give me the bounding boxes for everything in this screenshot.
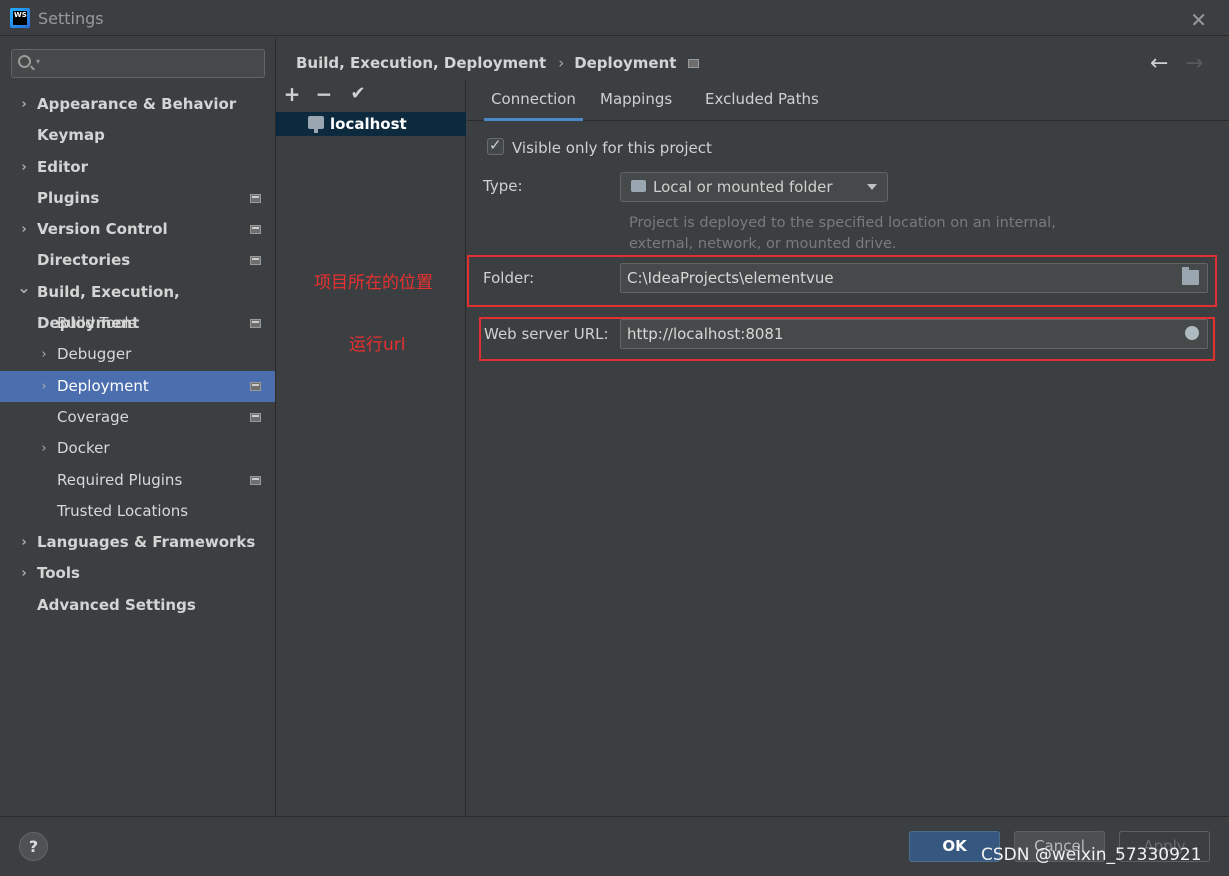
sidebar-item-label: Build Tools bbox=[57, 314, 137, 333]
sidebar-item-plugins[interactable]: Plugins bbox=[0, 183, 275, 214]
sidebar-item-label: Languages & Frameworks bbox=[37, 533, 256, 552]
chevron-right-icon[interactable]: › bbox=[17, 527, 31, 558]
project-level-icon bbox=[250, 256, 261, 266]
forward-arrow-icon[interactable]: → bbox=[1185, 51, 1203, 76]
sidebar-item-label: Version Control bbox=[37, 220, 168, 239]
folder-value: C:\IdeaProjects\elementvue bbox=[627, 269, 834, 287]
sidebar-item-label: Appearance & Behavior bbox=[37, 95, 237, 113]
watermark: CSDN @weixin_57330921 bbox=[981, 845, 1202, 865]
sidebar-item-label: Tools bbox=[37, 564, 80, 583]
chevron-right-icon[interactable]: › bbox=[17, 152, 31, 183]
chevron-right-icon[interactable]: › bbox=[37, 339, 51, 370]
sidebar-item-build-tools[interactable]: Build Tools bbox=[0, 308, 275, 339]
sidebar-item-docker[interactable]: › Docker bbox=[0, 433, 275, 464]
type-description: Project is deployed to the specified loc… bbox=[629, 215, 1056, 252]
sidebar-item-debugger[interactable]: › Debugger bbox=[0, 339, 275, 370]
sidebar-item-trusted-locations[interactable]: Trusted Locations bbox=[0, 496, 275, 527]
sidebar-item-label: Debugger bbox=[57, 345, 132, 364]
sidebar-item-label: Trusted Locations bbox=[57, 501, 189, 520]
folder-label: Folder: bbox=[483, 269, 535, 287]
search-icon bbox=[18, 55, 31, 68]
sidebar-item-build-execution-deployment[interactable]: ⌄ Build, Execution, Deployment bbox=[0, 277, 275, 332]
deployment-tabs: Connection Mappings Excluded Paths bbox=[467, 80, 1229, 121]
sidebar-item-keymap[interactable]: Keymap bbox=[0, 120, 275, 151]
project-level-icon bbox=[250, 319, 261, 329]
help-button[interactable]: ? bbox=[19, 832, 48, 861]
folder-field[interactable]: C:\IdeaProjects\elementvue bbox=[620, 263, 1208, 293]
folder-annotation: 项目所在的位置 bbox=[314, 273, 433, 293]
set-default-button[interactable]: ✔ bbox=[346, 82, 370, 106]
chevron-down-icon bbox=[867, 184, 877, 190]
server-list: localhost bbox=[276, 112, 466, 136]
project-level-icon bbox=[250, 412, 261, 422]
sidebar-item-version-control[interactable]: › Version Control bbox=[0, 214, 275, 245]
project-level-icon bbox=[250, 381, 261, 391]
sidebar-item-label: Required Plugins bbox=[57, 470, 183, 489]
type-value: Local or mounted folder bbox=[653, 178, 833, 196]
search-options-icon[interactable]: ▾ bbox=[36, 57, 40, 66]
sidebar-item-editor[interactable]: › Editor bbox=[0, 152, 275, 183]
sidebar-item-deployment[interactable]: › Deployment bbox=[0, 370, 275, 402]
sidebar-item-required-plugins[interactable]: Required Plugins bbox=[0, 465, 275, 496]
chevron-right-icon[interactable]: › bbox=[37, 433, 51, 464]
chevron-down-icon[interactable]: ⌄ bbox=[17, 272, 31, 303]
sidebar-item-tools[interactable]: › Tools bbox=[0, 558, 275, 589]
tab-excluded-paths[interactable]: Excluded Paths bbox=[705, 80, 819, 121]
sidebar-item-label: Directories bbox=[37, 251, 131, 270]
remove-server-button[interactable]: − bbox=[312, 82, 336, 106]
sidebar-item-languages-frameworks[interactable]: › Languages & Frameworks bbox=[0, 527, 275, 558]
type-label: Type: bbox=[483, 177, 523, 195]
tab-mappings[interactable]: Mappings bbox=[600, 80, 672, 121]
web-server-url-field[interactable]: http://localhost:8081 bbox=[620, 319, 1208, 349]
back-arrow-icon[interactable]: ← bbox=[1150, 51, 1168, 76]
window-title: Settings bbox=[38, 9, 104, 28]
sidebar-item-label: Advanced Settings bbox=[37, 595, 196, 614]
breadcrumb-current: Deployment bbox=[574, 54, 677, 72]
globe-icon[interactable] bbox=[1185, 326, 1199, 340]
chevron-right-icon[interactable]: › bbox=[17, 214, 31, 245]
sidebar-item-appearance-behavior[interactable]: › Appearance & Behavior bbox=[0, 89, 275, 120]
breadcrumb-parent[interactable]: Build, Execution, Deployment bbox=[296, 54, 546, 72]
breadcrumb-separator: › bbox=[558, 54, 565, 72]
browse-folder-icon[interactable] bbox=[1182, 267, 1199, 285]
title-bar: WS Settings ✕ bbox=[0, 0, 1229, 36]
server-label: localhost bbox=[330, 115, 407, 133]
url-label: Web server URL: bbox=[484, 325, 609, 343]
chevron-right-icon[interactable]: › bbox=[37, 371, 51, 402]
chevron-right-icon[interactable]: › bbox=[17, 558, 31, 589]
project-level-icon bbox=[250, 475, 261, 485]
settings-sidebar: ▾ › Appearance & Behavior Keymap › Editor Plu… bbox=[0, 37, 276, 816]
project-level-icon bbox=[250, 225, 261, 235]
folder-server-icon bbox=[631, 180, 646, 192]
url-annotation: 运行url bbox=[349, 335, 406, 355]
sidebar-item-coverage[interactable]: Coverage bbox=[0, 402, 275, 433]
type-dropdown[interactable]: Local or mounted folder bbox=[620, 172, 888, 202]
sidebar-item-label: Plugins bbox=[37, 188, 100, 207]
project-level-icon bbox=[688, 59, 700, 68]
visible-only-label[interactable]: Visible only for this project bbox=[512, 139, 712, 157]
close-icon[interactable]: ✕ bbox=[1190, 8, 1207, 32]
server-icon bbox=[308, 116, 324, 133]
sidebar-item-label: Coverage bbox=[57, 407, 129, 426]
visible-only-checkbox[interactable] bbox=[487, 136, 504, 155]
settings-tree: › Appearance & Behavior Keymap › Editor Plugi… bbox=[0, 89, 275, 621]
chevron-right-icon[interactable]: › bbox=[17, 89, 31, 120]
sidebar-item-label: Deployment bbox=[57, 376, 149, 395]
sidebar-item-label: Docker bbox=[57, 439, 110, 458]
breadcrumb: Build, Execution, Deployment › Deployment bbox=[296, 54, 700, 72]
search-input[interactable]: ▾ bbox=[11, 49, 265, 78]
tab-connection[interactable]: Connection bbox=[484, 80, 583, 121]
server-item-localhost[interactable]: localhost bbox=[276, 112, 466, 136]
sidebar-item-label: Editor bbox=[37, 157, 88, 176]
server-list-panel: + − ✔ localhost bbox=[276, 80, 466, 816]
add-server-button[interactable]: + bbox=[280, 82, 304, 106]
server-toolbar: + − ✔ bbox=[276, 80, 466, 110]
logo-text: WS bbox=[14, 11, 27, 19]
sidebar-item-advanced-settings[interactable]: Advanced Settings bbox=[0, 590, 275, 621]
sidebar-item-label: Keymap bbox=[37, 126, 105, 145]
webstorm-logo-icon: WS bbox=[10, 8, 30, 28]
project-level-icon bbox=[250, 193, 261, 203]
url-value: http://localhost:8081 bbox=[627, 325, 784, 343]
sidebar-item-directories[interactable]: Directories bbox=[0, 245, 275, 276]
